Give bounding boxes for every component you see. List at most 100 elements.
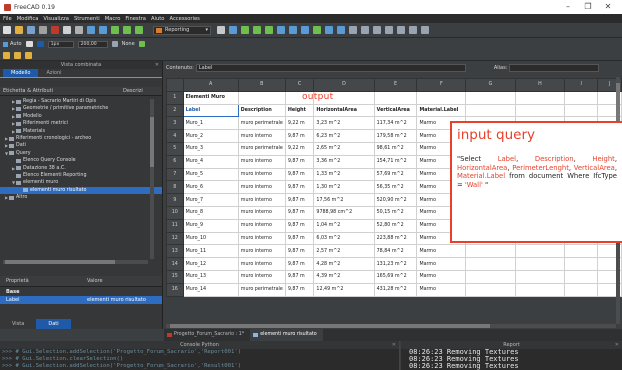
column-header[interactable]: E — [373, 78, 418, 92]
save-icon[interactable] — [27, 26, 35, 34]
table-cell[interactable]: 56,35 m^2 — [373, 180, 418, 195]
column-header[interactable]: I — [564, 78, 599, 92]
view-right-icon[interactable] — [265, 26, 273, 34]
value-column[interactable]: Valore — [81, 276, 162, 286]
grid-icon[interactable] — [138, 41, 145, 47]
row-header[interactable]: 9 — [166, 193, 184, 207]
table-cell[interactable] — [465, 244, 516, 259]
table-cell[interactable]: Muro_5 — [182, 167, 239, 182]
open-folder-icon[interactable] — [15, 26, 23, 34]
table-cell[interactable] — [564, 244, 599, 259]
row-header[interactable]: 16 — [166, 282, 184, 297]
print-icon[interactable] — [39, 26, 47, 34]
tool-icon[interactable] — [313, 26, 321, 34]
table-cell[interactable]: muro perimetrale — [237, 282, 286, 297]
face-color-icon[interactable] — [36, 41, 44, 47]
table-cell[interactable] — [514, 269, 566, 284]
workbench-selector[interactable]: Reporting — [153, 25, 211, 35]
table-cell[interactable] — [514, 257, 566, 271]
tree-item[interactable]: ▶ Riferimenti metrici — [0, 120, 162, 127]
row-header[interactable]: 1 — [166, 90, 184, 105]
tree-item[interactable]: ▶ Modello — [0, 113, 162, 120]
angle-field[interactable]: 200,00 — [77, 40, 108, 48]
line-width-field[interactable]: 1px — [47, 40, 74, 48]
table-cell[interactable]: 3,23 m^2 — [313, 116, 375, 131]
row-header[interactable]: 12 — [166, 231, 184, 246]
tree-item[interactable]: Elenco Query Console — [0, 157, 162, 164]
table-cell[interactable]: Marmo — [416, 244, 467, 259]
tree-item[interactable]: ▶ Altro — [0, 194, 162, 201]
table-cell[interactable]: Muro_14 — [182, 282, 239, 297]
table-cell[interactable]: muro perimetrale — [237, 141, 286, 156]
menu-modifica[interactable]: Modifica — [17, 16, 39, 22]
table-cell[interactable]: HorizontalArea — [313, 103, 375, 118]
table-cell[interactable]: muro interno — [237, 129, 286, 143]
tab-modello[interactable]: Modello — [3, 69, 39, 77]
column-header[interactable]: F — [416, 78, 467, 92]
menu-macro[interactable]: Macro — [105, 16, 121, 22]
close-button[interactable]: ✕ — [598, 0, 618, 14]
table-cell[interactable]: 9,87 m — [284, 167, 315, 182]
table-cell[interactable] — [373, 90, 418, 105]
tree-vertical-scrollbar[interactable] — [150, 99, 154, 259]
column-header[interactable]: H — [514, 78, 566, 92]
table-cell[interactable]: Muro_9 — [182, 218, 239, 233]
view-top-icon[interactable] — [253, 26, 261, 34]
table-cell[interactable]: 9,87 m — [284, 257, 315, 271]
menu-file[interactable]: File — [3, 16, 12, 22]
table-cell[interactable] — [514, 244, 566, 259]
table-cell[interactable]: Material.Label — [416, 103, 467, 118]
report-icon[interactable] — [373, 26, 381, 34]
table-cell[interactable] — [564, 103, 599, 118]
report-edit-icon[interactable] — [14, 51, 21, 59]
table-cell[interactable]: muro interno — [237, 180, 286, 195]
table-cell[interactable]: 9,22 m — [284, 116, 315, 131]
part-icon[interactable] — [325, 26, 333, 34]
undo-icon[interactable] — [87, 26, 95, 34]
table-cell[interactable]: 154,71 m^2 — [373, 154, 418, 169]
table-cell[interactable] — [416, 90, 467, 105]
table-cell[interactable] — [465, 269, 516, 284]
tree-item[interactable]: ▶ Datazione 38 a.C. — [0, 165, 162, 172]
table-cell[interactable]: 17,56 m^2 — [313, 193, 375, 207]
table-cell[interactable] — [514, 90, 566, 105]
table-cell[interactable]: Muro_12 — [182, 257, 239, 271]
table-cell[interactable]: 9,87 m — [284, 269, 315, 284]
view-fit-icon[interactable] — [217, 26, 225, 34]
table-cell[interactable] — [564, 282, 599, 297]
table-cell[interactable]: 1,04 m^2 — [313, 218, 375, 233]
row-header[interactable]: 15 — [166, 269, 184, 284]
table-cell[interactable]: Muro_4 — [182, 154, 239, 169]
table-cell[interactable]: muro interno — [237, 167, 286, 182]
view-front-icon[interactable] — [241, 26, 249, 34]
redo-icon[interactable] — [99, 26, 107, 34]
table-cell[interactable]: 9,87 m — [284, 154, 315, 169]
table-cell[interactable] — [465, 90, 516, 105]
table-cell[interactable]: Marmo — [416, 282, 467, 297]
table-cell[interactable]: Muro_13 — [182, 269, 239, 284]
macro-play-icon[interactable] — [135, 26, 143, 34]
table-cell[interactable] — [465, 103, 516, 118]
paste-icon[interactable] — [75, 26, 83, 34]
table-cell[interactable]: muro interno — [237, 269, 286, 284]
table-cell[interactable]: Label — [182, 103, 239, 118]
table-cell[interactable]: 78,84 m^2 — [373, 244, 418, 259]
column-header[interactable]: A — [182, 78, 239, 92]
close-icon[interactable]: ✕ — [615, 341, 619, 349]
table-cell[interactable]: 9,87 m — [284, 244, 315, 259]
property-group[interactable]: Base — [0, 288, 162, 296]
table-cell[interactable]: 520,90 m^2 — [373, 193, 418, 207]
table-cell[interactable]: 9,22 m — [284, 141, 315, 156]
tree-item[interactable]: ▶ Dati — [0, 142, 162, 149]
table-cell[interactable]: 6,23 m^2 — [313, 129, 375, 143]
table-cell[interactable]: 165,69 m^2 — [373, 269, 418, 284]
table-cell[interactable]: 117,34 m^2 — [373, 116, 418, 131]
table-cell[interactable]: VerticalArea — [373, 103, 418, 118]
table-cell[interactable]: Muro_11 — [182, 244, 239, 259]
table-cell[interactable]: 12,49 m^2 — [313, 282, 375, 297]
table-cell[interactable] — [564, 257, 599, 271]
tree-item[interactable]: Elenco Elementi Reporting — [0, 172, 162, 179]
table-cell[interactable]: 1,30 m^2 — [313, 180, 375, 195]
property-value[interactable]: elementi muro risultato — [81, 296, 162, 304]
sheet-horizontal-scrollbar[interactable] — [166, 324, 616, 328]
